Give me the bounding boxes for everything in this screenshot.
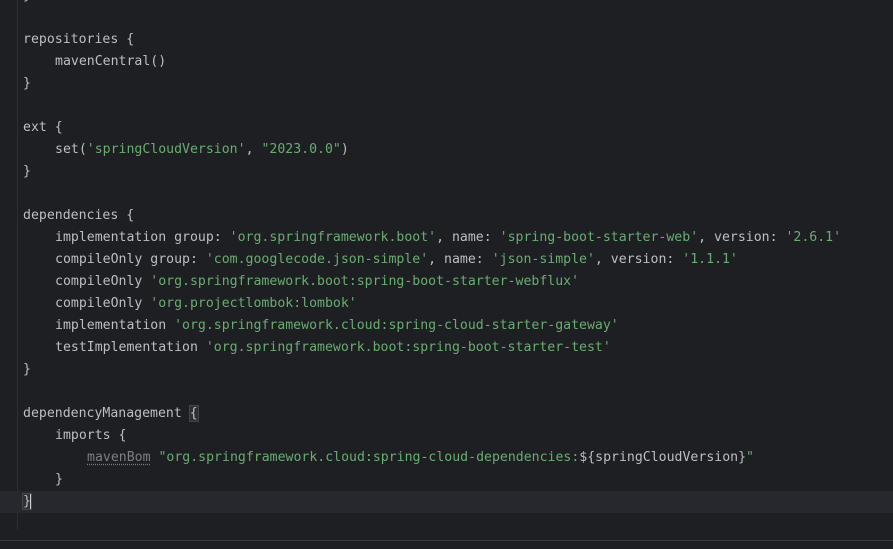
maven-bom-call: mavenBom (87, 450, 151, 465)
string-literal: 'springCloudVersion' (86, 142, 246, 157)
indent-guide (17, 0, 18, 530)
string-literal: 'org.springframework.boot:spring-boot-st… (150, 274, 580, 289)
closing-brace: } (55, 472, 63, 487)
punctuation: , (245, 142, 262, 157)
dependency-config: implementation (55, 318, 175, 333)
string-literal: 'org.springframework.boot:spring-boot-st… (205, 340, 611, 355)
code-line: implementation group: 'org.springframewo… (23, 227, 893, 249)
dependency-config: compileOnly (55, 252, 151, 267)
code-line: testImplementation 'org.springframework.… (23, 337, 893, 359)
code-line: } (23, 73, 893, 95)
block-repositories: repositories { (23, 32, 135, 47)
code-line: compileOnly 'org.springframework.boot:sp… (23, 271, 893, 293)
code-area[interactable]: } repositories { mavenCentral() } ext { … (0, 0, 893, 513)
dependency-config: compileOnly (55, 296, 151, 311)
punctuation: ) (340, 142, 349, 157)
string-literal: 'json-simple' (491, 252, 595, 267)
matched-brace-open: { (188, 405, 199, 422)
dependency-config: compileOnly (55, 274, 151, 289)
code-editor[interactable]: } repositories { mavenCentral() } ext { … (0, 0, 893, 549)
code-line: mavenBom "org.springframework.cloud:spri… (23, 447, 893, 469)
named-arg: , name: (436, 230, 500, 245)
dependency-config: testImplementation (55, 340, 206, 355)
code-line: imports { (23, 425, 893, 447)
code-line: dependencies { (23, 205, 893, 227)
string-literal: 'org.projectlombok:lombok' (150, 296, 357, 311)
call-maven-central: mavenCentral() (55, 54, 167, 69)
string-literal: "2023.0.0" (261, 142, 341, 157)
block-dependencies: dependencies { (23, 208, 135, 223)
string-literal-end: " (746, 450, 754, 465)
code-line: ext { (23, 117, 893, 139)
bottom-bar (0, 540, 893, 549)
string-literal: '2.6.1' (785, 230, 842, 245)
string-literal: '1.1.1' (682, 252, 738, 267)
named-arg: group: (150, 252, 206, 267)
code-line: set('springCloudVersion', "2023.0.0") (23, 139, 893, 161)
code-line: } (23, 359, 893, 381)
string-literal: 'org.springframework.boot' (229, 230, 437, 245)
call-set: set( (55, 142, 87, 157)
code-line: } (23, 0, 893, 7)
block-ext: ext { (23, 120, 63, 135)
code-line: compileOnly group: 'com.googlecode.json-… (23, 249, 893, 271)
closing-brace: } (23, 362, 31, 377)
code-line: implementation 'org.springframework.clou… (23, 315, 893, 337)
code-line: } (23, 161, 893, 183)
closing-brace: } (23, 76, 31, 91)
string-literal: "org.springframework.cloud:spring-cloud-… (158, 450, 580, 465)
named-arg: , version: (698, 230, 786, 245)
code-line: mavenCentral() (23, 51, 893, 73)
string-literal: 'com.googlecode.json-simple' (205, 252, 429, 267)
text-caret (29, 492, 32, 510)
closing-brace: } (23, 164, 31, 179)
code-line: compileOnly 'org.projectlombok:lombok' (23, 293, 893, 315)
code-line: } (23, 469, 893, 491)
closing-brace: } (23, 0, 31, 3)
named-arg: group: (174, 230, 230, 245)
dependency-config: implementation (55, 230, 175, 245)
named-arg: , version: (594, 252, 683, 267)
code-line: dependencyManagement { (23, 403, 893, 425)
string-literal: 'org.springframework.cloud:spring-cloud-… (174, 318, 619, 333)
string-literal: 'spring-boot-starter-web' (499, 230, 699, 245)
block-dependency-management: dependencyManagement (23, 406, 190, 421)
block-imports: imports { (55, 428, 127, 443)
code-line-current[interactable]: } (0, 491, 893, 513)
code-line: repositories { (23, 29, 893, 51)
named-arg: , name: (428, 252, 492, 267)
string-interpolation: ${springCloudVersion} (579, 450, 747, 465)
